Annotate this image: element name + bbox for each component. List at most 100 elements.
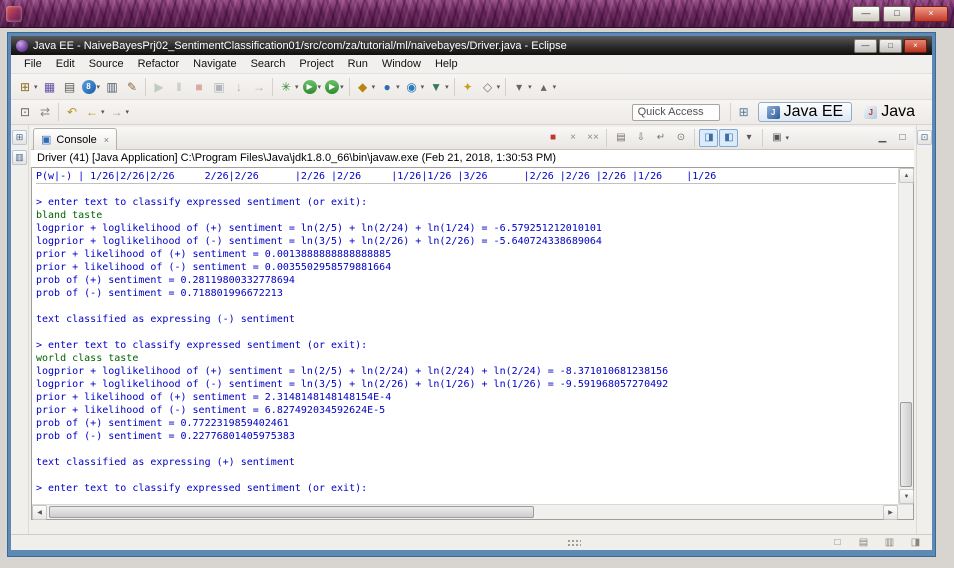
console-output[interactable]: P(w|-) | 1/26|2/26|2/26 2/26|2/26 |2/26 … [32,168,898,504]
scroll-down-arrow-icon[interactable]: ▼ [899,489,914,504]
restore-servers-view-button[interactable]: ▥ [12,150,27,165]
menu-navigate[interactable]: Navigate [186,55,243,73]
previous-annotation-button[interactable]: ▴ ▾ [534,77,559,97]
open-console-view-button[interactable]: ▥ [102,77,122,97]
console-horizontal-scrollbar[interactable]: ◀ ▶ [32,504,913,520]
perspective-java-button[interactable]: J Java [855,102,924,122]
outer-close-button[interactable]: × [914,5,948,22]
dropdown-arrow-icon: ▾ [396,83,400,91]
menu-edit[interactable]: Edit [49,55,82,73]
outer-minimize-button[interactable]: — [852,5,880,22]
save-button[interactable]: ▦ [40,77,60,97]
background-jobs-button[interactable]: ▤ [855,536,872,550]
last-edit-location-button[interactable]: ↶ [62,102,82,122]
pin-editor-button[interactable]: ⊡ [15,102,35,122]
new-web-service-button[interactable]: ◉ ▾ [402,77,427,97]
dropdown-arrow-icon: ▾ [785,135,789,142]
terminate-button[interactable]: ■ [543,129,562,147]
eclipse-titlebar[interactable]: Java EE - NaiveBayesPrj02_SentimentClass… [11,36,932,55]
word-wrap-button[interactable]: ↵ [651,129,670,147]
external-tools-button[interactable]: ▶ ▾ [323,77,346,97]
outer-maximize-button[interactable]: □ [883,5,911,22]
show-on-stdout-change-button[interactable]: ◨ [699,129,719,147]
desktop-background: Java EE - NaiveBayesPrj02_SentimentClass… [0,28,954,568]
menu-file[interactable]: File [17,55,49,73]
open-console-button[interactable]: ▣ ▾ [767,129,791,147]
new-snippet-button[interactable]: ✎ [122,77,142,97]
back-button[interactable]: ← ▾ [82,102,107,122]
eclipse-minimize-button[interactable]: — [854,38,877,53]
restore-project-explorer-view-button[interactable]: ⊞ [12,130,27,145]
scroll-up-arrow-icon[interactable]: ▲ [899,168,914,183]
vertical-scroll-thumb[interactable] [900,402,912,487]
menu-search[interactable]: Search [244,55,293,73]
scroll-right-arrow-icon[interactable]: ▶ [883,505,898,520]
maximize-view-button[interactable]: □ [893,129,912,147]
editor-presentation-button[interactable]: □ [829,536,846,550]
link-with-editor-button[interactable]: ⇄ [35,102,55,122]
tab-console[interactable]: ▣ Console × [33,128,118,150]
display-selected-console-button[interactable]: ▾ [739,129,758,147]
horizontal-scroll-track[interactable] [47,505,883,519]
pin-editor-icon: ⊡ [19,105,31,119]
toolbar-separator [58,103,59,121]
menu-window[interactable]: Window [375,55,428,73]
new-servlet-button[interactable]: ◆ ▾ [353,77,378,97]
menu-project[interactable]: Project [292,55,340,73]
new-session-bean-button[interactable]: ● ▾ [377,77,402,97]
step-over-button[interactable]: → [249,77,269,97]
forward-button[interactable]: → ▾ [107,102,132,122]
console-line: > enter text to classify expressed senti… [36,340,368,351]
perspective-javaee-button[interactable]: J Java EE [757,102,853,122]
search-icon: ✦ [462,79,473,94]
console-process-label: Driver (41) [Java Application] C:\Progra… [31,150,914,167]
menu-run[interactable]: Run [341,55,375,73]
recorder-titlebar[interactable]: — □ × [0,0,954,28]
eclipse-maximize-button[interactable]: □ [879,38,902,53]
search-button[interactable]: ✦ [458,77,478,97]
scroll-left-arrow-icon[interactable]: ◀ [32,505,47,520]
vertical-scroll-track[interactable] [899,183,913,489]
console-tab-close-icon[interactable]: × [104,135,109,145]
console-vertical-scrollbar[interactable]: ▲ ▼ [898,168,914,504]
disconnect-button[interactable]: ▣ [209,77,229,97]
new-database-connection-button[interactable]: ▼ ▾ [426,77,451,97]
suspend-button[interactable]: ‖ [169,77,189,97]
open-perspective-button[interactable]: ⊞ [734,102,754,122]
pin-console-button[interactable]: ⊙ [671,129,690,147]
remove-all-terminated-button[interactable]: ×× [583,129,602,147]
open-element-button[interactable]: ◇ ▾ [478,77,503,97]
scroll-lock-button[interactable]: ⇩ [631,129,650,147]
remove-launch-icon: × [570,132,576,143]
eclipse-close-button[interactable]: × [904,38,927,53]
terminate-launch-button[interactable]: ■ [189,77,209,97]
window-title: Java EE - NaiveBayesPrj02_SentimentClass… [33,39,567,52]
menu-refactor[interactable]: Refactor [131,55,187,73]
console-output-divider [36,183,896,196]
statusbar-drag-handle[interactable] [567,538,581,547]
notifications-button[interactable]: ◨ [907,536,924,550]
heap-status-button[interactable]: ▥ [881,536,898,550]
remove-launch-button[interactable]: × [563,129,582,147]
new-wizard-button[interactable]: ⊞ ▾ [15,77,40,97]
print-button[interactable]: ▤ [60,77,80,97]
quick-access-box[interactable]: Quick Access [631,103,720,121]
open-console-view-icon: ▥ [106,79,118,94]
step-into-button[interactable]: ↓ [229,77,249,97]
show-on-stderr-change-button[interactable]: ◧ [719,129,739,147]
minimize-view-button[interactable]: ▁ [873,129,892,147]
run-button[interactable]: ▶ ▾ [301,77,324,97]
console-line: prior + likelihood of (-) sentiment = 0.… [36,262,392,273]
restore-outline-view-button[interactable]: ⊡ [917,130,932,145]
debug-button[interactable]: ✳ ▾ [276,77,301,97]
next-annotation-button[interactable]: ▾ ▾ [509,77,534,97]
resume-button[interactable]: ▶ [149,77,169,97]
menu-help[interactable]: Help [428,55,465,73]
debug-update-button[interactable]: 8 ▾ [80,77,103,97]
forward-icon: → [110,105,123,119]
eclipse-window-controls: — □ × [854,38,927,53]
left-trim-bar: ⊞ ▥ [11,125,29,534]
menu-source[interactable]: Source [82,55,131,73]
horizontal-scroll-thumb[interactable] [49,506,534,518]
clear-console-button[interactable]: ▤ [611,129,630,147]
